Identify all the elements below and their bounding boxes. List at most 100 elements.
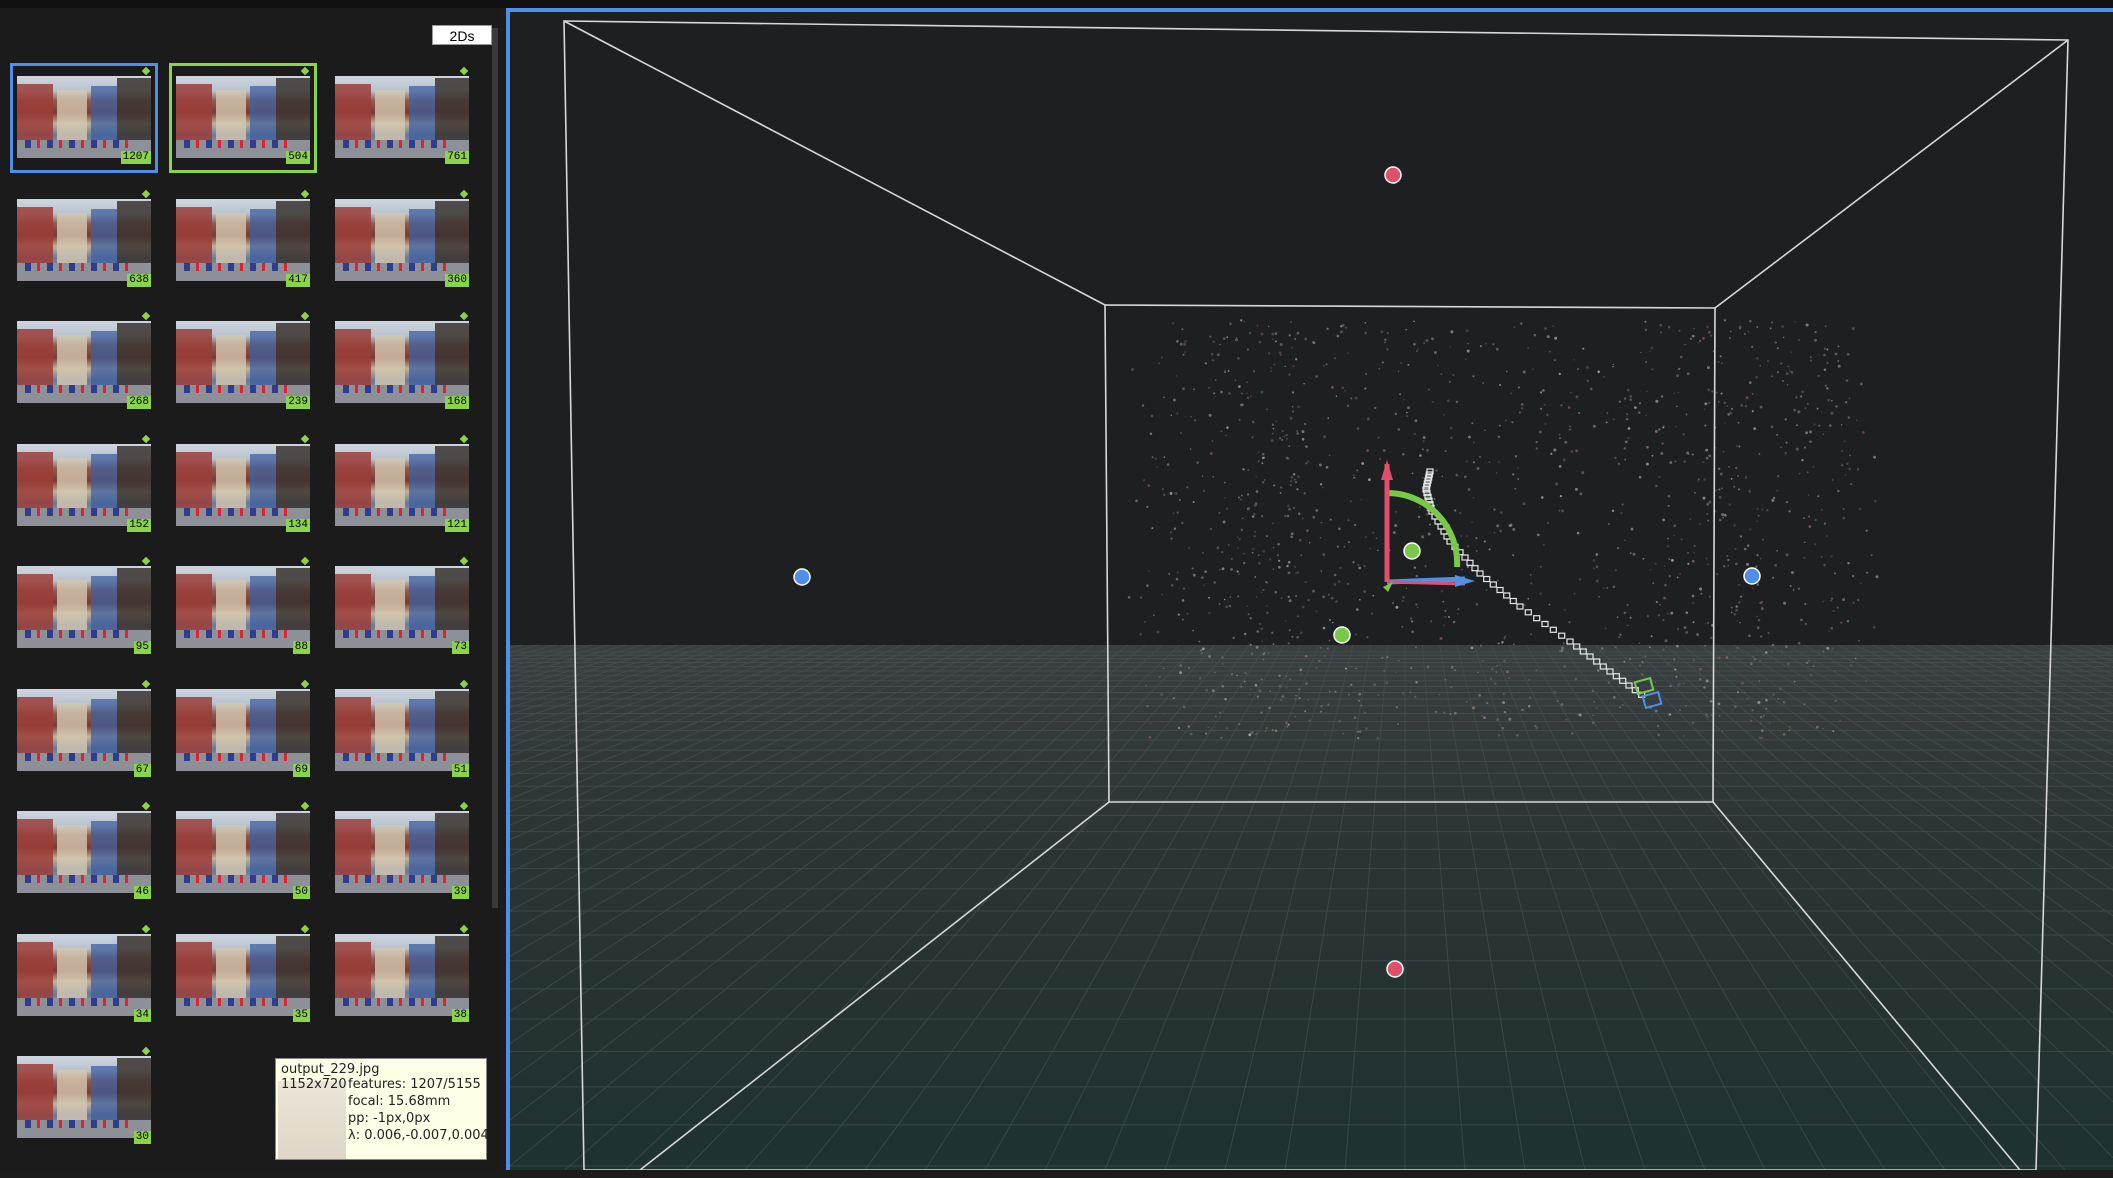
feature-count-badge: 88	[292, 641, 310, 654]
image-thumbnail[interactable]: 638	[10, 186, 158, 296]
feature-count-badge: 51	[451, 763, 469, 777]
center-handle[interactable]	[1403, 542, 1421, 560]
image-thumbnail[interactable]: 417	[169, 186, 317, 296]
status-dot-icon	[459, 434, 469, 443]
image-thumbnail[interactable]: 95	[10, 553, 158, 663]
thumbnail-image	[335, 811, 469, 893]
status-dot-icon	[459, 189, 469, 198]
thumbnail-image	[17, 198, 151, 281]
image-thumbnail[interactable]: 88	[169, 553, 317, 663]
thumbnail-image	[176, 443, 310, 526]
status-dot-icon	[300, 311, 310, 321]
status-dot-icon	[141, 311, 151, 321]
image-thumbnail[interactable]: 121	[328, 431, 476, 541]
thumbnail-image	[335, 688, 469, 771]
thumbnail-image	[176, 566, 310, 648]
feature-count-badge: 360	[445, 273, 469, 287]
image-thumbnail[interactable]: 50	[169, 798, 317, 908]
thumbnail-image	[17, 566, 151, 648]
image-thumbnail[interactable]: 67	[10, 676, 158, 786]
status-dot-icon	[300, 924, 310, 933]
tooltip-resolution: 1152x720	[281, 1077, 347, 1092]
thumbnail-image	[17, 688, 151, 771]
image-thumbnail[interactable]: 51	[328, 676, 476, 786]
thumbnail-image	[335, 443, 469, 526]
image-thumbnail[interactable]: 239	[169, 308, 317, 418]
tooltip-distortion: λ: 0.006,-0.007,0.004	[348, 1128, 489, 1143]
status-dot-icon	[141, 556, 151, 566]
feature-count-badge: 121	[445, 518, 469, 532]
image-thumbnail[interactable]: 761	[328, 63, 476, 173]
status-dot-icon	[459, 679, 469, 688]
tooltip-filename: output_229.jpg	[281, 1062, 380, 1077]
image-thumbnail[interactable]: 168	[328, 308, 476, 418]
feature-count-badge: 638	[127, 273, 151, 287]
status-dot-icon	[459, 66, 469, 76]
status-dot-icon	[141, 66, 151, 76]
top-bar	[0, 0, 2113, 8]
image-thumbnail[interactable]: 73	[328, 553, 476, 663]
scrollbar-thumb[interactable]	[492, 28, 498, 908]
image-thumbnail[interactable]: 360	[328, 186, 476, 296]
status-dot-icon	[459, 801, 469, 811]
feature-count-badge: 504	[286, 151, 310, 164]
status-dot-icon	[141, 434, 151, 443]
bottom-handle[interactable]	[1386, 960, 1404, 978]
thumbnail-image	[176, 321, 310, 403]
3d-scene[interactable]	[510, 12, 2113, 1170]
image-thumbnail[interactable]: 46	[10, 798, 158, 908]
feature-count-badge: 39	[451, 886, 469, 899]
scrollbar[interactable]	[492, 28, 498, 908]
image-thumbnail[interactable]: 38	[328, 921, 476, 1031]
feature-count-badge: 168	[445, 396, 469, 409]
thumbnail-image	[176, 76, 310, 158]
status-dot-icon	[459, 556, 469, 566]
feature-count-badge: 761	[445, 151, 469, 164]
image-thumbnail[interactable]: 69	[169, 676, 317, 786]
image-thumbnail[interactable]: 1207	[10, 63, 158, 173]
feature-count-badge: 69	[292, 763, 310, 777]
image-thumbnail[interactable]: 39	[328, 798, 476, 908]
image-thumbnail[interactable]: 34	[10, 921, 158, 1031]
status-dot-icon	[141, 924, 151, 933]
image-thumbnail[interactable]: 504	[169, 63, 317, 173]
thumbnail-image	[17, 443, 151, 526]
thumbnail-image	[335, 933, 469, 1016]
thumbnail-image	[335, 76, 469, 158]
tooltip-features: features: 1207/5155	[348, 1077, 481, 1092]
view-toggle-button[interactable]: 2Ds	[432, 25, 492, 45]
3d-viewport[interactable]	[506, 8, 2113, 1170]
ground-plane	[510, 645, 2113, 1170]
left-handle[interactable]	[793, 568, 811, 586]
thumbnail-image	[335, 198, 469, 281]
image-browser-panel: 2Ds 1207 504 761 638 417 360 268 239 168 152 134 12…	[0, 8, 500, 1170]
thumbnail-image	[17, 1056, 151, 1138]
image-thumbnail[interactable]: 35	[169, 921, 317, 1031]
status-dot-icon	[141, 189, 151, 198]
status-dot-icon	[141, 1046, 151, 1056]
status-dot-icon	[300, 66, 310, 76]
image-thumbnail[interactable]: 268	[10, 308, 158, 418]
top-handle[interactable]	[1384, 166, 1402, 184]
feature-count-badge: 152	[127, 518, 151, 532]
image-thumbnail[interactable]: 30	[10, 1043, 158, 1153]
image-thumbnail[interactable]: 152	[10, 431, 158, 541]
feature-count-badge: 50	[292, 886, 310, 899]
feature-count-badge: 46	[133, 886, 151, 899]
feature-count-badge: 268	[127, 396, 151, 409]
feature-count-badge: 134	[286, 518, 310, 532]
thumbnail-image	[17, 933, 151, 1016]
tooltip-focal: focal: 15.68mm	[348, 1094, 451, 1109]
status-dot-icon	[300, 679, 310, 688]
status-dot-icon	[300, 556, 310, 566]
feature-count-badge: 95	[133, 641, 151, 654]
status-dot-icon	[459, 311, 469, 321]
front-handle[interactable]	[1333, 626, 1351, 644]
right-handle[interactable]	[1743, 567, 1761, 585]
feature-count-badge: 30	[133, 1131, 151, 1144]
status-dot-icon	[300, 189, 310, 198]
feature-count-badge: 417	[286, 273, 310, 287]
feature-count-badge: 35	[292, 1008, 310, 1022]
image-thumbnail[interactable]: 134	[169, 431, 317, 541]
status-dot-icon	[300, 801, 310, 811]
